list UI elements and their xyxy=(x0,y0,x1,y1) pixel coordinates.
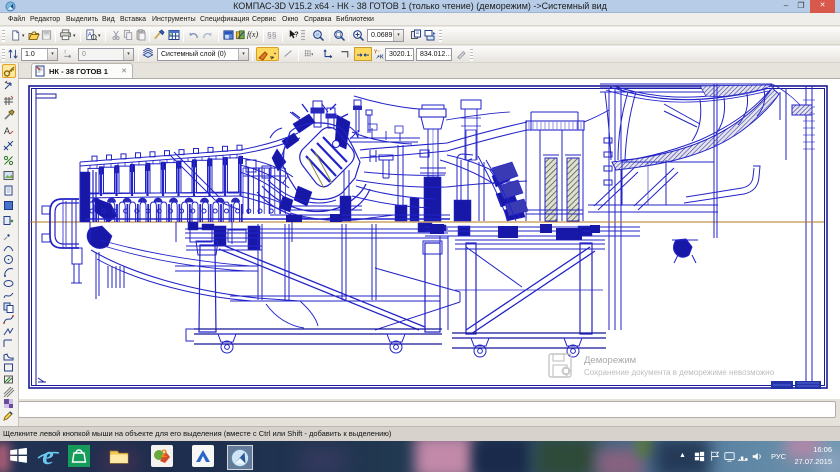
svg-text:A: A xyxy=(4,126,10,136)
svg-text:2: 2 xyxy=(161,448,167,460)
svg-text:Сохранение документа в демореж: Сохранение документа в деморежиме невозм… xyxy=(584,368,775,377)
svg-text:Деморежим: Деморежим xyxy=(584,355,636,366)
